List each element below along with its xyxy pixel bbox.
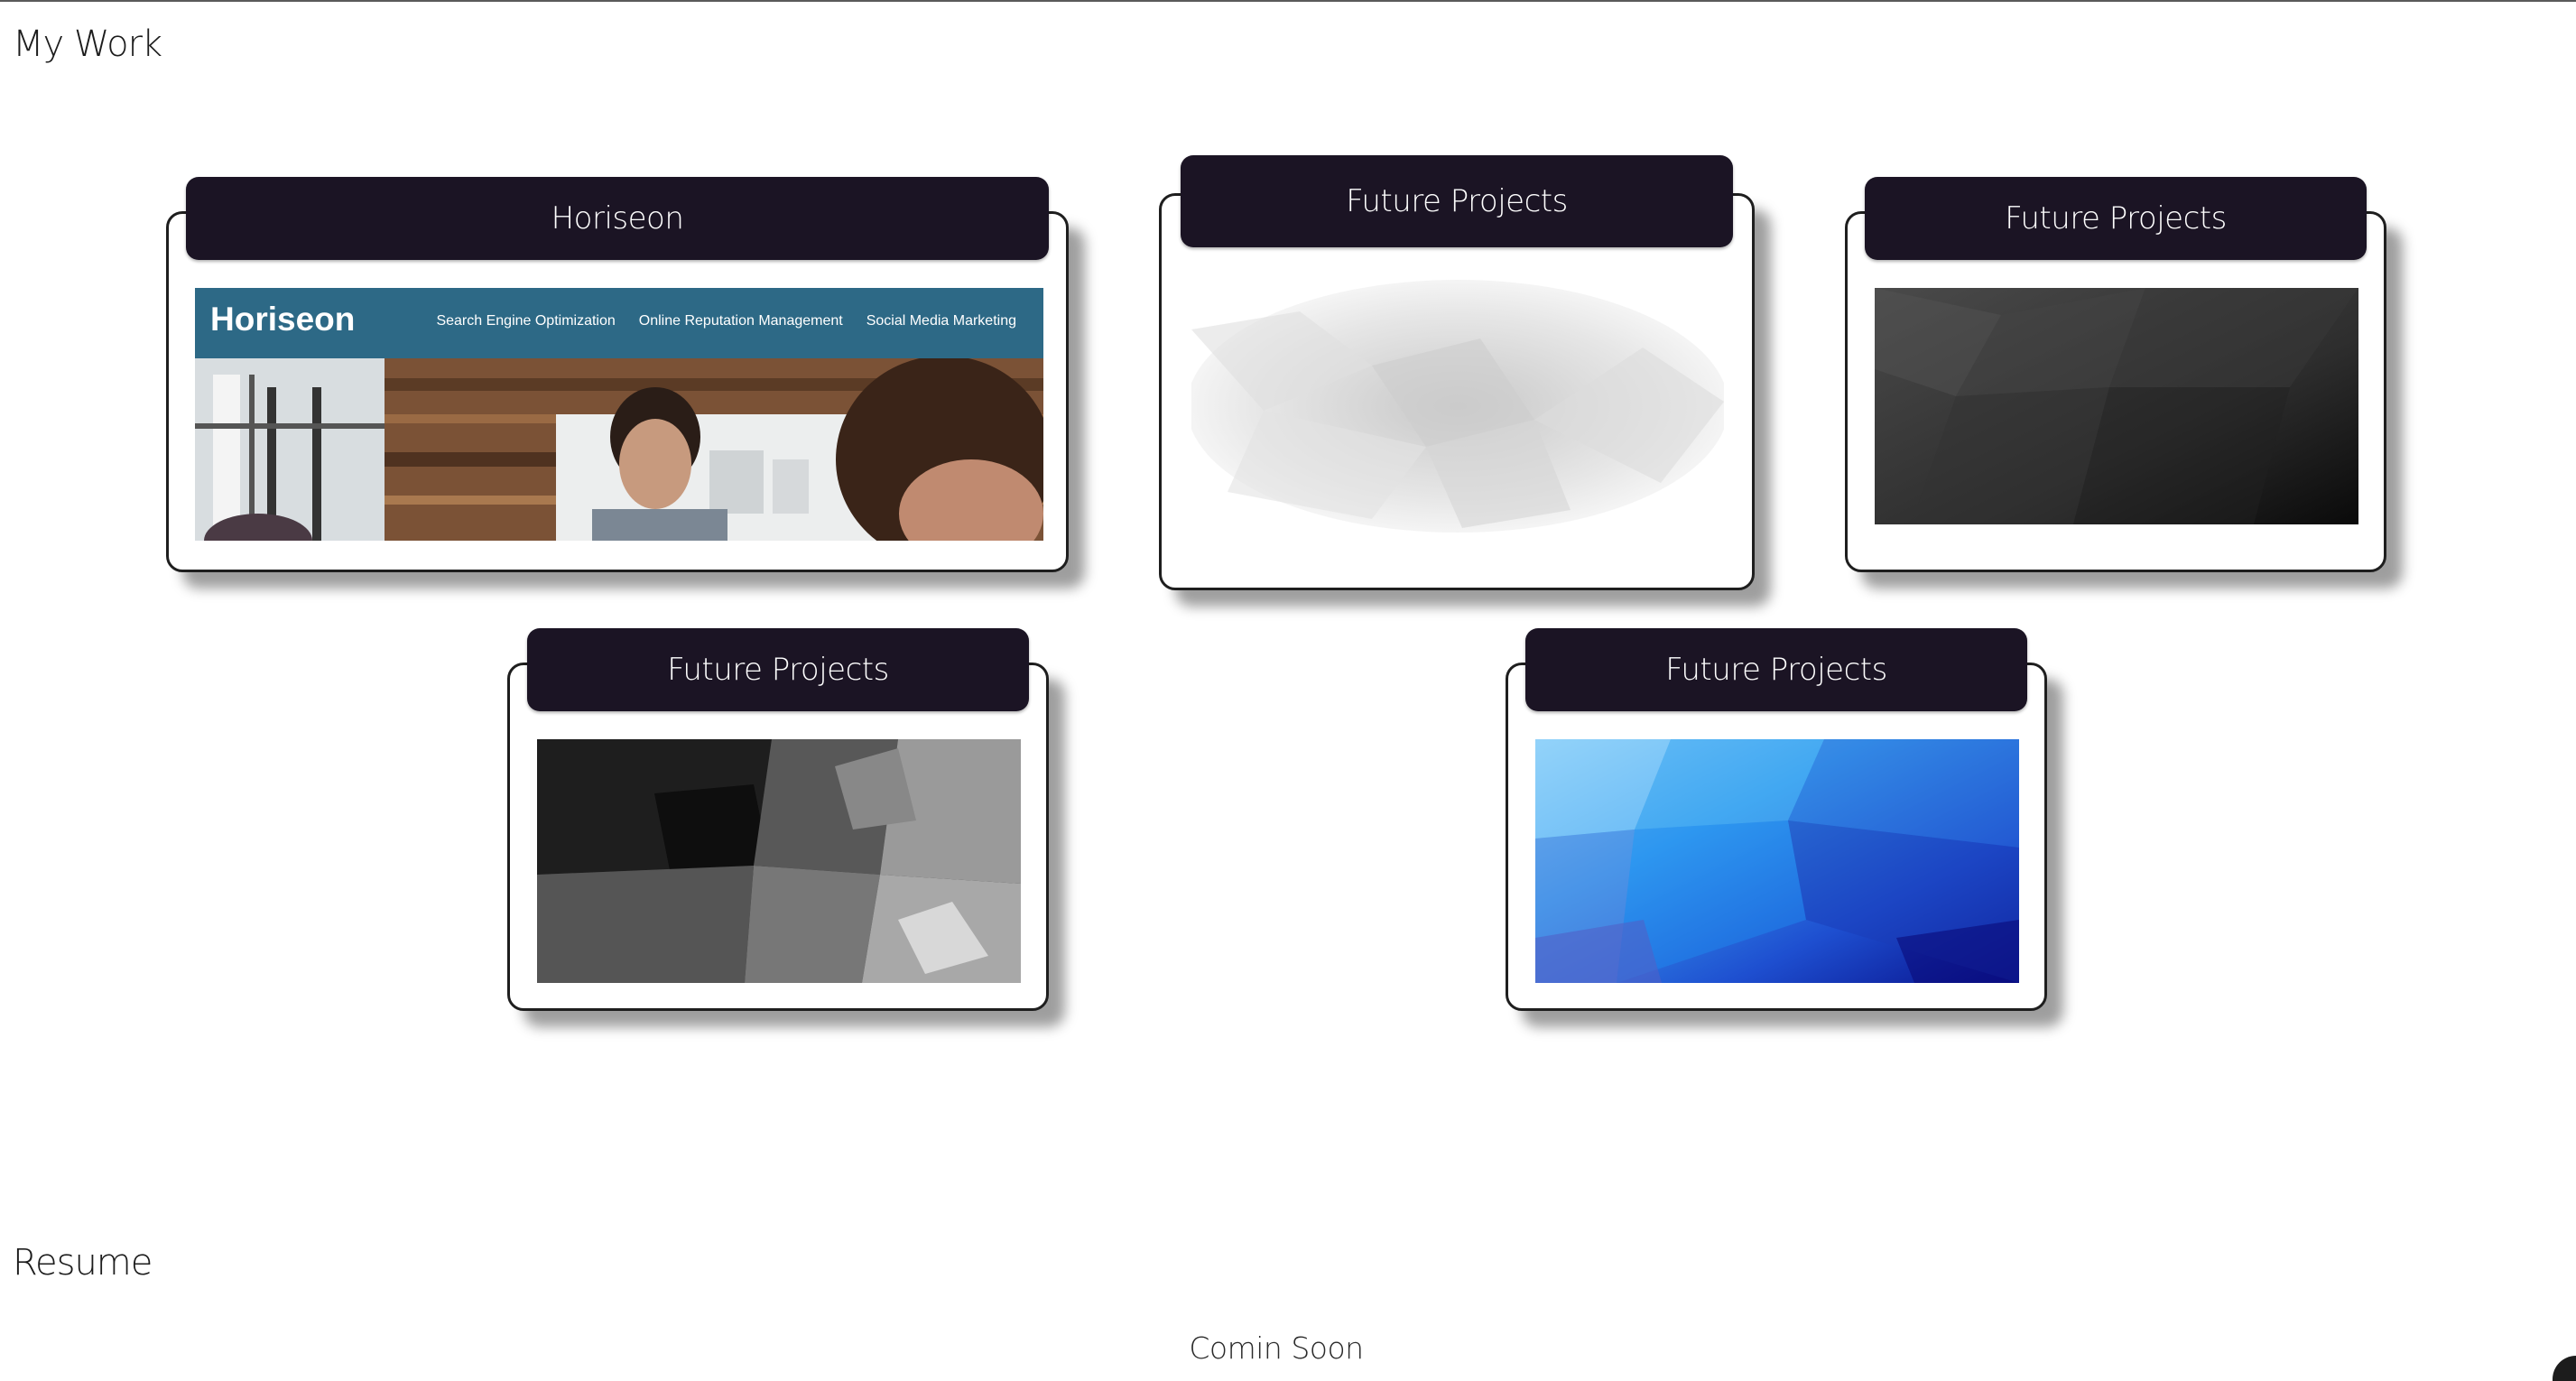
project-title-tab[interactable]: Future Projects — [527, 628, 1029, 711]
lowpoly-bw-image — [537, 739, 1021, 983]
project-card-horiseon[interactable]: Horiseon Search Engine Optimization Onli… — [166, 211, 1069, 572]
lowpoly-dark-image — [1875, 288, 2358, 524]
horiseon-brand: Horiseon — [210, 301, 356, 338]
horiseon-nav-seo: Search Engine Optimization — [436, 313, 616, 329]
horiseon-nav: Search Engine Optimization Online Reputa… — [436, 313, 1016, 329]
project-card-future-1[interactable] — [1159, 193, 1755, 590]
horiseon-thumbnail[interactable]: Horiseon Search Engine Optimization Onli… — [195, 288, 1043, 541]
future-project-thumbnail[interactable] — [537, 739, 1021, 983]
horiseon-nav-social: Social Media Marketing — [866, 313, 1016, 329]
project-card-future-4[interactable] — [1506, 663, 2047, 1011]
project-title-tab[interactable]: Future Projects — [1525, 628, 2027, 711]
project-title-tab[interactable]: Future Projects — [1865, 177, 2367, 260]
future-project-thumbnail[interactable] — [1535, 739, 2019, 983]
project-card-future-2[interactable] — [1845, 211, 2386, 572]
project-card-future-3[interactable] — [507, 663, 1049, 1011]
lowpoly-blue-image — [1535, 739, 2019, 983]
window-corner — [2553, 1356, 2576, 1381]
future-project-thumbnail[interactable] — [1191, 275, 1724, 537]
resume-placeholder-text: Comin Soon — [1189, 1330, 1364, 1366]
project-title-tab[interactable]: Horiseon — [186, 177, 1049, 260]
lowpoly-light-image — [1191, 275, 1724, 537]
project-title-tab[interactable]: Future Projects — [1181, 155, 1733, 247]
top-divider — [0, 0, 2576, 2]
horiseon-nav-reputation: Online Reputation Management — [638, 313, 843, 329]
future-project-thumbnail[interactable] — [1875, 288, 2358, 524]
resume-heading: Resume — [13, 1242, 153, 1284]
my-work-heading: My Work — [13, 23, 162, 65]
